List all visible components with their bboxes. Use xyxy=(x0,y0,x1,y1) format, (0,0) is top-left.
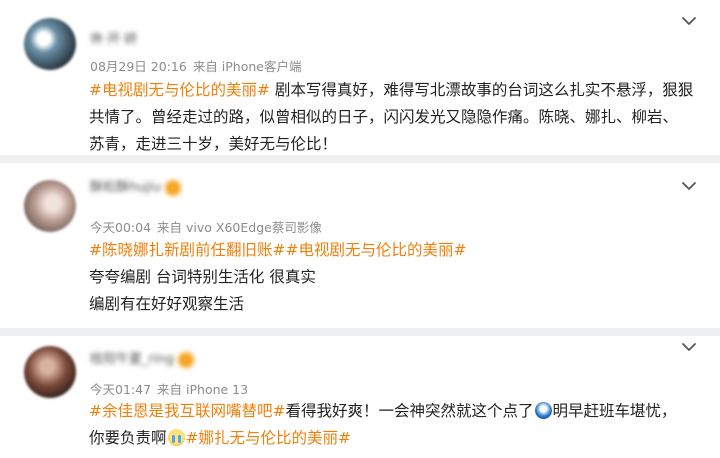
comment-text: #陈晓娜扎新剧前任翻旧账##电视剧无与伦比的美丽# 夸夸编剧 台词特别生活化 很… xyxy=(89,237,698,318)
timestamp: 今天01:47 xyxy=(90,382,152,397)
text-run: 明早赶班车堪忧， xyxy=(552,402,677,420)
vip-badge-icon xyxy=(177,351,194,368)
username[interactable]: 桂阳午夏_ring xyxy=(90,348,194,368)
comment-line: 共情了。曾经走过的路，似曾相似的日子，闪闪发光又隐隐作痛。陈晓、娜扎、柳岩、 xyxy=(89,104,698,131)
hashtag-link[interactable]: #娜扎无与伦比的美丽# xyxy=(186,429,351,447)
hashtag-link[interactable]: #余佳恩是我互联网嘴替吧# xyxy=(89,402,285,420)
comment-line: 编剧有在好好观察生活 xyxy=(89,291,698,318)
username-text[interactable]: 桂阳午夏_ring xyxy=(90,352,174,367)
source-device: 来自 iPhone客户端 xyxy=(192,59,302,74)
comment-meta: 今天00:04 来自 vivo X60Edge蔡司影像 xyxy=(90,217,322,236)
hashtag-link[interactable]: #电视剧无与伦比的美丽# xyxy=(89,81,270,99)
comment-line: 你要负责啊 #娜扎无与伦比的美丽# xyxy=(89,425,698,452)
comment-text: #余佳恩是我互联网嘴替吧#看得我好爽！一会神突然就这个点了 明早赶班车堪忧， 你要… xyxy=(89,398,698,452)
comment-meta: 08月29日 20:16 来自 iPhone客户端 xyxy=(90,56,301,75)
comment-line: 苏青，走进三十岁，美好无与伦比！ xyxy=(89,131,698,158)
chevron-down-icon[interactable] xyxy=(680,338,698,356)
comment-line: #陈晓娜扎新剧前任翻旧账##电视剧无与伦比的美丽# xyxy=(89,237,698,264)
avatar[interactable] xyxy=(24,18,76,70)
comment-text: #电视剧无与伦比的美丽# 剧本写得真好，难得写北漂故事的台词这么扎实不悬浮，狠狠… xyxy=(89,77,698,158)
username-text[interactable]: 酥松酥hujiu xyxy=(90,180,161,195)
text-run: 夸夸编剧 台词特别生活化 很真实 xyxy=(89,268,316,286)
source-device: 来自 vivo X60Edge蔡司影像 xyxy=(157,220,322,235)
chevron-down-icon[interactable] xyxy=(680,12,698,30)
timestamp: 08月29日 20:16 xyxy=(90,59,187,74)
avatar[interactable] xyxy=(24,346,76,398)
text-run: 你要负责啊 xyxy=(89,429,167,447)
comment-card-3: 桂阳午夏_ring 今天01:47 来自 iPhone 13 #余佳恩是我互联网嘴… xyxy=(0,336,720,458)
text-run: 剧本写得真好，难得写北漂故事的台词这么扎实不悬浮，狠狠 xyxy=(269,81,694,99)
comment-card-2: 酥松酥hujiu 今天00:04 来自 vivo X60Edge蔡司影像 #陈晓娜… xyxy=(0,163,720,328)
face-emoji-icon xyxy=(534,402,552,419)
hashtag-link[interactable]: #陈晓娜扎新剧前任翻旧账##电视剧无与伦比的美丽# xyxy=(89,241,466,259)
text-run: 编剧有在好好观察生活 xyxy=(89,295,245,313)
avatar[interactable] xyxy=(24,180,76,232)
timestamp: 今天00:04 xyxy=(90,220,152,235)
comment-line: #余佳恩是我互联网嘴替吧#看得我好爽！一会神突然就这个点了 明早赶班车堪忧， xyxy=(89,398,698,425)
comment-meta: 今天01:47 来自 iPhone 13 xyxy=(90,379,248,398)
source-device: 来自 iPhone 13 xyxy=(157,382,249,397)
comment-line: #电视剧无与伦比的美丽# 剧本写得真好，难得写北漂故事的台词这么扎实不悬浮，狠狠 xyxy=(89,77,698,104)
comment-card-1: 休·开·娇 08月29日 20:16 来自 iPhone客户端 #电视剧无与伦比的… xyxy=(0,0,720,155)
text-run: 看得我好爽！一会神突然就这个点了 xyxy=(285,402,534,420)
comment-line: 夸夸编剧 台词特别生活化 很真实 xyxy=(89,264,698,291)
vip-badge-icon xyxy=(164,179,181,196)
crying-emoji-icon xyxy=(167,429,185,446)
text-run: 苏青，走进三十岁，美好无与伦比！ xyxy=(89,135,338,153)
username[interactable]: 酥松酥hujiu xyxy=(90,176,181,196)
text-run: 共情了。曾经走过的路，似曾相似的日子，闪闪发光又隐隐作痛。陈晓、娜扎、柳岩、 xyxy=(89,108,679,126)
chevron-down-icon[interactable] xyxy=(680,177,698,195)
username[interactable]: 休·开·娇 xyxy=(90,28,137,47)
